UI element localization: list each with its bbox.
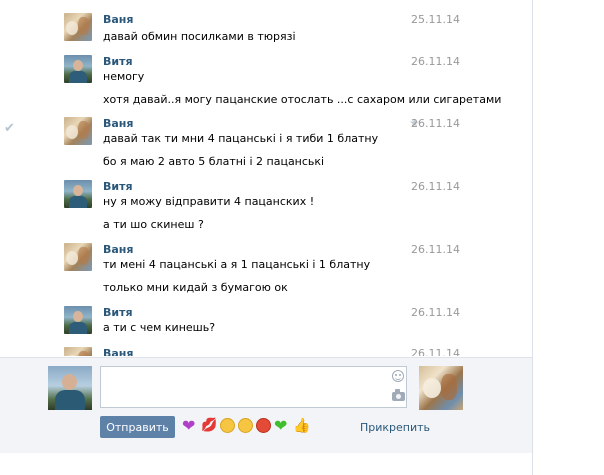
message-input[interactable]	[100, 366, 407, 408]
camera-icon[interactable]	[392, 389, 405, 401]
angry-face-icon[interactable]	[256, 418, 271, 433]
avatar-vanya[interactable]	[64, 347, 92, 356]
sender-name[interactable]: Ваня	[103, 243, 133, 256]
thumbs-up-icon[interactable]: 👍	[293, 418, 310, 434]
message-text: бо я маю 2 авто 5 блатні і 2 пацанські	[103, 155, 325, 168]
peer-avatar[interactable]	[419, 366, 463, 410]
avatar-vanya[interactable]	[64, 117, 92, 145]
window-border	[532, 0, 533, 475]
send-button[interactable]: Отправить	[100, 416, 175, 438]
message-text: а ти с чем кинешь?	[103, 321, 216, 334]
message-thread[interactable]: Ваня 25.11.14 давай обмин посилками в тю…	[0, 0, 533, 356]
message-date[interactable]: 26.11.14	[411, 180, 460, 193]
emoji-smile-icon[interactable]	[392, 370, 404, 382]
message-date[interactable]: 26.11.14	[411, 347, 460, 356]
message-date[interactable]: 25.11.14	[411, 13, 460, 26]
bottom-spacer	[0, 453, 533, 475]
message-text: ти мені 4 пацанські а я 1 пацанські і 1 …	[103, 258, 371, 271]
lips-icon[interactable]: 💋	[201, 418, 217, 434]
laughing-face-icon[interactable]	[220, 418, 235, 433]
dialog-window: Ваня 25.11.14 давай обмин посилками в тю…	[0, 0, 533, 475]
sender-name[interactable]: Ваня	[103, 13, 133, 26]
emoji-quick-bar: ❤ 💋 ❤ 👍	[182, 418, 310, 436]
message-text: а ти шо скинеш ?	[103, 218, 204, 231]
message-text: давай обмин посилками в тюрязі	[103, 30, 296, 43]
purple-heart-icon[interactable]: ❤	[182, 418, 198, 434]
sender-name[interactable]: Ваня	[103, 347, 133, 356]
sender-name[interactable]: Витя	[103, 306, 133, 319]
avatar-vanya[interactable]	[64, 13, 92, 41]
message-text: немогу	[103, 70, 145, 83]
message-date[interactable]: 26.11.14	[411, 243, 460, 256]
avatar-vitya[interactable]	[64, 306, 92, 334]
message-text: ну я можу відправити 4 пацанских !	[103, 195, 315, 208]
sender-name[interactable]: Ваня	[103, 117, 133, 130]
sender-name[interactable]: Витя	[103, 180, 133, 193]
green-heart-icon[interactable]: ❤	[274, 418, 290, 434]
sad-face-icon[interactable]	[238, 418, 253, 433]
message-date[interactable]: 26.11.14	[411, 55, 460, 68]
message-date[interactable]: 26.11.14	[411, 117, 460, 130]
message-date[interactable]: 26.11.14	[411, 306, 460, 319]
avatar-vanya[interactable]	[64, 243, 92, 271]
message-composer: Отправить ❤ 💋 ❤ 👍 Прикрепить	[0, 357, 533, 454]
my-avatar[interactable]	[48, 366, 92, 410]
avatar-vitya[interactable]	[64, 55, 92, 83]
attach-link[interactable]: Прикрепить	[360, 421, 430, 434]
message-text: только мни кидай з бумагою ок	[103, 281, 288, 294]
read-check-icon: ✔	[4, 121, 15, 136]
avatar-vitya[interactable]	[64, 180, 92, 208]
sender-name[interactable]: Витя	[103, 55, 133, 68]
message-text: хотя давай..я могу пацанские отослать ..…	[103, 93, 502, 106]
message-text: давай так ти мни 4 пацанські і я тиби 1 …	[103, 132, 379, 145]
